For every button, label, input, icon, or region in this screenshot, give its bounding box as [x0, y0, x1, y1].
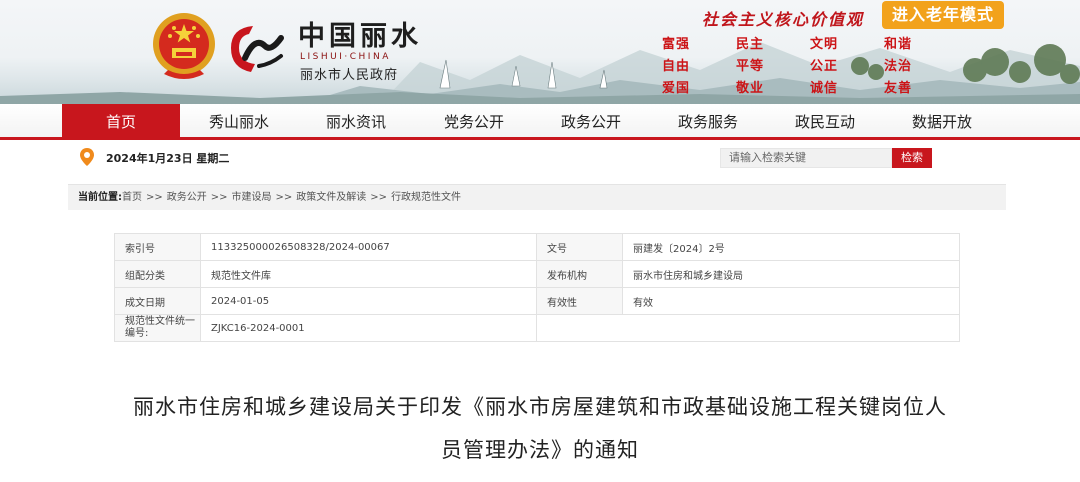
core-value: 爱国: [662, 81, 691, 96]
meta-value-index-number: 113325000026508328/2024-00067: [200, 233, 537, 261]
meta-key-category: 组配分类: [114, 260, 201, 288]
meta-value-date: 2024-01-05: [200, 287, 537, 315]
document-meta-table: 索引号 113325000026508328/2024-00067 文号 丽建发…: [114, 233, 960, 342]
core-value: 和谐: [884, 37, 913, 52]
lishui-logo-icon: [231, 26, 284, 72]
core-value: 富强: [662, 37, 691, 52]
meta-value-validity: 有效: [622, 287, 960, 315]
breadcrumb-item-construction-bureau[interactable]: 市建设局: [232, 192, 272, 203]
nav-item-interaction[interactable]: 政民互动: [766, 104, 884, 137]
core-value: 平等: [736, 59, 765, 74]
nav-item-government-services[interactable]: 政务服务: [649, 104, 767, 137]
meta-value-unified-number: ZJKC16-2024-0001: [200, 314, 537, 342]
location-pin-icon: [80, 148, 94, 166]
elder-mode-button[interactable]: 进入老年模式: [882, 1, 1004, 29]
breadcrumb-item-normative-docs[interactable]: 行政规范性文件: [391, 192, 461, 203]
meta-value-category: 规范性文件库: [200, 260, 537, 288]
site-pinyin: LISHUI·CHINA: [300, 52, 391, 62]
meta-value-doc-number: 丽建发〔2024〕2号: [622, 233, 960, 261]
table-row: 成文日期 2024-01-05 有效性 有效: [114, 287, 960, 315]
breadcrumb-separator: >>: [370, 192, 388, 203]
table-row: 索引号 113325000026508328/2024-00067 文号 丽建发…: [114, 233, 960, 261]
nav-item-government-affairs[interactable]: 政务公开: [532, 104, 650, 137]
core-value: 法治: [884, 59, 913, 74]
nav-item-xiushan-lishui[interactable]: 秀山丽水: [180, 104, 298, 137]
core-value: 文明: [810, 37, 839, 52]
breadcrumb-separator: >>: [146, 192, 163, 203]
breadcrumb-item-policy-docs[interactable]: 政策文件及解读: [296, 192, 366, 203]
nav-item-home[interactable]: 首页: [62, 104, 180, 140]
breadcrumb-separator: >>: [275, 192, 293, 203]
document-title: 丽水市住房和城乡建设局关于印发《丽水市房屋建筑和市政基础设施工程关键岗位人 员管…: [70, 386, 1010, 472]
meta-empty-cell: [536, 314, 960, 342]
search-button[interactable]: 检索: [892, 148, 932, 168]
document-title-line2: 员管理办法》的通知: [441, 438, 639, 462]
header-banner: 中国丽水 LISHUI·CHINA 丽水市人民政府 社会主义核心价值观 进入老年…: [0, 0, 1080, 104]
breadcrumb-separator: >>: [210, 192, 228, 203]
breadcrumb-item-home[interactable]: 首页: [122, 192, 142, 203]
meta-key-publisher: 发布机构: [536, 260, 623, 288]
meta-key-doc-number: 文号: [536, 233, 623, 261]
core-value: 敬业: [736, 81, 765, 96]
site-name: 中国丽水: [298, 21, 422, 52]
meta-key-index-number: 索引号: [114, 233, 201, 261]
search-input[interactable]: 请输入检索关键: [720, 148, 892, 168]
breadcrumb-item-government-affairs[interactable]: 政务公开: [167, 192, 207, 203]
breadcrumb: 当前位置:首页 >> 政务公开 >> 市建设局 >> 政策文件及解读 >> 行政规范性文件: [68, 184, 1006, 210]
meta-key-date: 成文日期: [114, 287, 201, 315]
document-title-line1: 丽水市住房和城乡建设局关于印发《丽水市房屋建筑和市政基础设施工程关键岗位人: [133, 395, 947, 419]
national-emblem-icon: [153, 13, 215, 79]
core-value: 诚信: [810, 81, 839, 96]
table-row: 规范性文件统一编号: ZJKC16-2024-0001: [114, 314, 960, 342]
core-values-grid: 富强 民主 文明 和谐 自由 平等 公正 法治 爱国 敬业 诚信 友善: [646, 33, 936, 97]
main-nav: 首页 秀山丽水 丽水资讯 党务公开 政务公开 政务服务 政民互动 数据开放: [0, 104, 1080, 140]
core-values-slogan: 社会主义核心价值观: [702, 10, 865, 29]
breadcrumb-lead: 当前位置:: [78, 192, 122, 203]
table-row: 组配分类 规范性文件库 发布机构 丽水市住房和城乡建设局: [114, 260, 960, 288]
core-value: 自由: [662, 59, 691, 74]
core-value: 公正: [810, 59, 839, 74]
site-subtitle: 丽水市人民政府: [300, 68, 399, 83]
nav-item-party-affairs[interactable]: 党务公开: [415, 104, 533, 137]
nav-item-lishui-news[interactable]: 丽水资讯: [297, 104, 415, 137]
meta-key-unified-number: 规范性文件统一编号:: [114, 314, 201, 342]
meta-value-publisher: 丽水市住房和城乡建设局: [622, 260, 960, 288]
core-value: 民主: [736, 37, 765, 52]
current-date: 2024年1月23日 星期二: [106, 152, 230, 165]
nav-item-open-data[interactable]: 数据开放: [883, 104, 1001, 137]
core-value: 友善: [884, 81, 913, 96]
meta-key-validity: 有效性: [536, 287, 623, 315]
